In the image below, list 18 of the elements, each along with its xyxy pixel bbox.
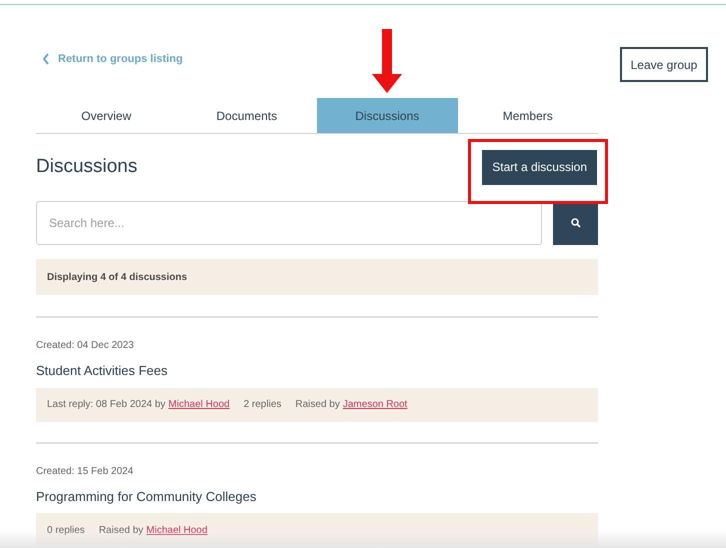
meta-text: 0 replies [47,524,85,538]
results-count: Displaying 4 of 4 discussions [47,270,188,284]
meta-text: Raised by [98,524,144,538]
discussion-title[interactable]: Programming for Community Colleges [36,486,598,506]
created-date: Created: 15 Feb 2024 [36,464,134,478]
meta-text: Last reply: 08 Feb 2024 by [47,398,166,412]
tab[interactable]: Discussions [317,98,458,133]
page-heading: Discussions [36,154,138,179]
search-field[interactable]: Search here... [36,201,542,245]
discussion-title[interactable]: Student Activities Fees [36,361,598,380]
meta-text: 2 replies [244,398,282,412]
user-link[interactable]: Jameson Root [342,397,408,412]
user-link[interactable]: Michael Hood [146,522,208,538]
leave-group-button[interactable]: Leave group [620,47,708,82]
meta-text: Raised by [295,398,340,412]
start-discussion-button[interactable]: Start a discussion [482,150,597,184]
created-date: Created: 04 Dec 2023 [36,339,135,353]
user-link[interactable]: Michael Hood [168,397,230,412]
